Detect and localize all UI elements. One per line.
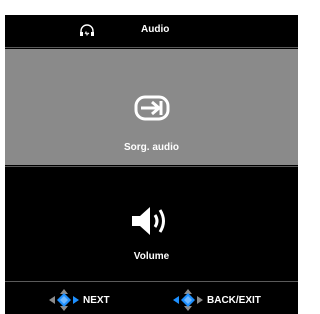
back-exit-label: BACK/EXIT	[207, 295, 261, 306]
back-exit-hint[interactable]: BACK/EXIT	[173, 287, 291, 314]
menu-item-label: Volume	[133, 251, 170, 262]
menu-item-label: Sorg. audio	[124, 142, 179, 153]
menu-item-volume[interactable]: Volume	[5, 167, 298, 279]
next-hint[interactable]: NEXT	[49, 287, 139, 314]
dpad-icon	[173, 289, 203, 311]
osd-menu: Audio Sorg. audio Volume NEXT BACK/EXIT	[5, 15, 298, 314]
speaker-volume-icon	[131, 207, 165, 235]
audio-source-icon	[134, 95, 169, 121]
divider	[5, 47, 298, 48]
headphones-icon	[80, 24, 94, 37]
next-label: NEXT	[83, 295, 110, 306]
footer-hints: NEXT BACK/EXIT	[5, 287, 298, 314]
menu-item-audio-source[interactable]: Sorg. audio	[5, 49, 298, 165]
menu-header: Audio	[5, 15, 298, 46]
divider	[5, 281, 298, 282]
dpad-icon	[49, 289, 79, 311]
page-title: Audio	[141, 24, 170, 35]
screen-frame: Audio Sorg. audio Volume NEXT BACK/EXIT	[0, 0, 303, 314]
